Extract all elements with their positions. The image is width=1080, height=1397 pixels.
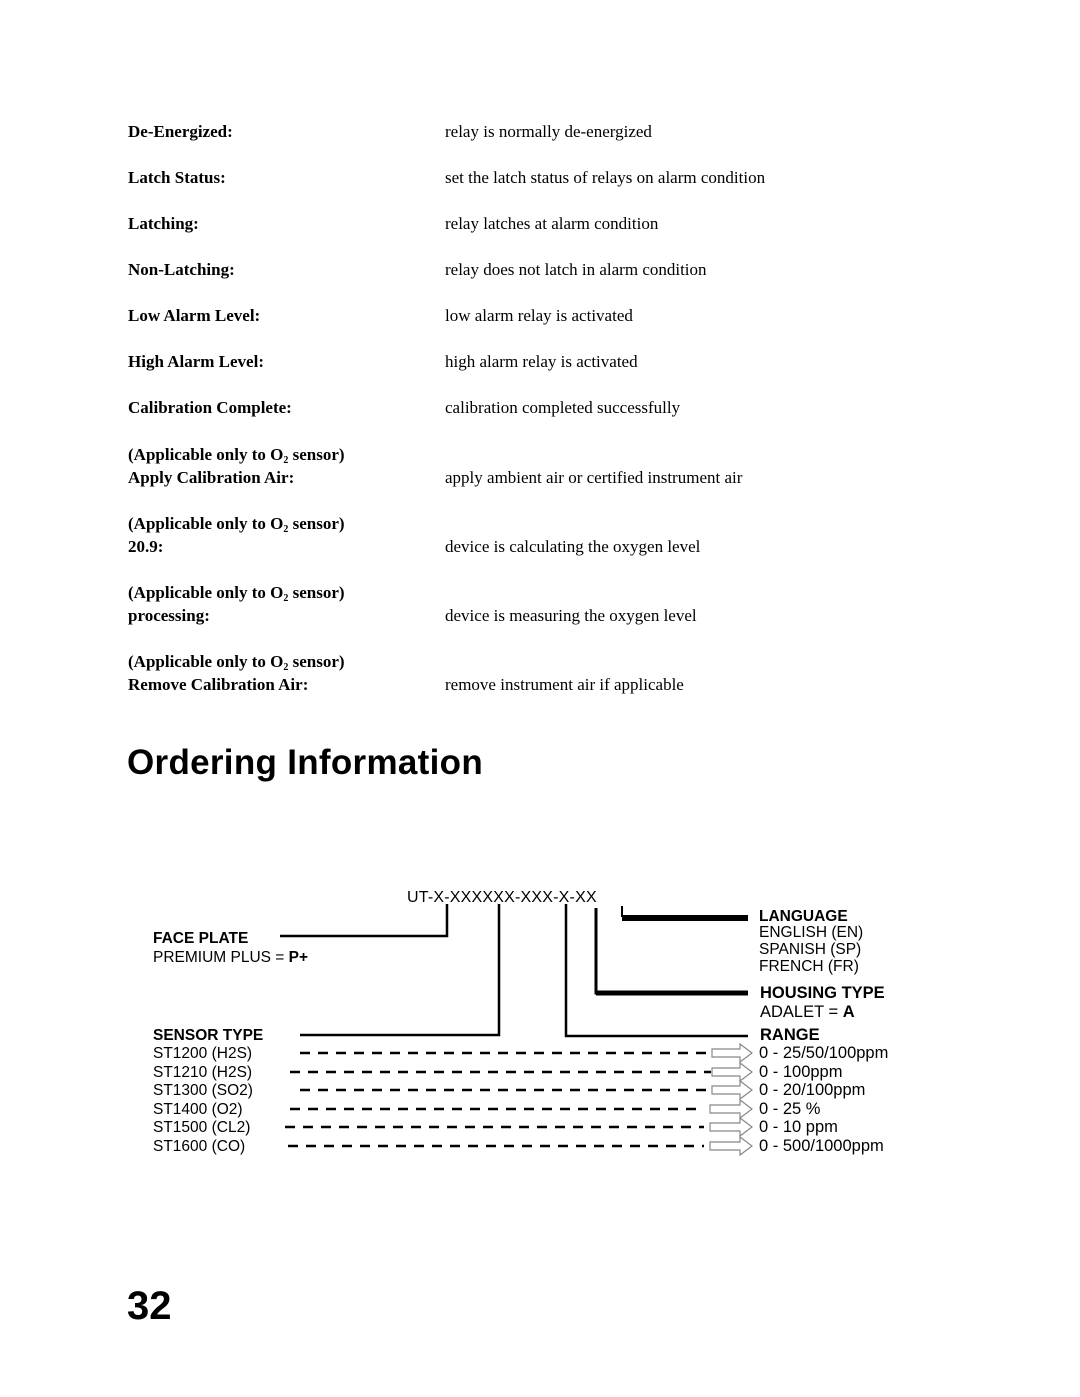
range-heading: RANGE [760, 1026, 820, 1044]
arrow-icon [711, 1042, 753, 1064]
o2-applicability-note: (Applicable only to O2 sensor) [128, 652, 345, 673]
glossary-term: Remove Calibration Air: [128, 675, 309, 694]
housing-type-heading: HOUSING TYPE [760, 984, 885, 1002]
arrow-icon [709, 1135, 753, 1157]
housing-type-connector [594, 908, 748, 995]
glossary-term: Calibration Complete: [128, 398, 292, 417]
diagram-connectors [280, 904, 753, 1157]
page-number: 32 [127, 1284, 172, 1328]
o2-applicability-note: (Applicable only to O2 sensor) [128, 445, 345, 466]
arrow-icon [711, 1061, 753, 1083]
language-option: ENGLISH (EN) [759, 924, 864, 941]
range-option: 0 - 10 ppm [759, 1118, 838, 1136]
glossary-term: High Alarm Level: [128, 352, 264, 371]
sensor-type-option: ST1300 (SO2) [153, 1082, 253, 1099]
sensor-type-connector [300, 904, 501, 1037]
glossary-definition: calibration completed successfully [445, 398, 681, 417]
arrow-icon [709, 1116, 753, 1138]
sensor-type-option: ST1600 (CO) [153, 1138, 246, 1155]
part-number-code: UT-X-XXXXXX-XXX-X-XX [407, 889, 597, 906]
o2-applicability-note: (Applicable only to O2 sensor) [128, 583, 345, 604]
glossary-definition: set the latch status of relays on alarm … [445, 168, 766, 187]
arrow-icon [709, 1098, 753, 1120]
glossary-definition: relay latches at alarm condition [445, 214, 659, 233]
range-option: 0 - 25/50/100ppm [759, 1044, 889, 1062]
face-plate-connector [280, 904, 449, 938]
sensor-type-option: ST1400 (O2) [153, 1101, 243, 1118]
glossary-term: Non-Latching: [128, 260, 235, 279]
glossary-term: processing: [128, 606, 210, 625]
range-connector [564, 904, 748, 1038]
glossary-term: De-Energized: [128, 122, 233, 141]
glossary-definition: apply ambient air or certified instrumen… [445, 468, 743, 487]
arrow-icon [711, 1079, 753, 1101]
glossary-definition: low alarm relay is activated [445, 306, 633, 325]
glossary-term: Latching: [128, 214, 199, 233]
glossary-definition: relay does not latch in alarm condition [445, 260, 707, 279]
sensor-type-heading: SENSOR TYPE [153, 1027, 264, 1044]
glossary-definition: high alarm relay is activated [445, 352, 638, 371]
range-option: 0 - 20/100ppm [759, 1081, 866, 1099]
face-plate-heading: FACE PLATE [153, 930, 249, 947]
sensor-type-option: ST1200 (H2S) [153, 1045, 253, 1062]
sensor-type-option: ST1500 (CL2) [153, 1119, 251, 1136]
sensor-type-option: ST1210 (H2S) [153, 1064, 253, 1081]
glossary-term: 20.9: [128, 537, 164, 556]
range-option: 0 - 500/1000ppm [759, 1137, 884, 1155]
glossary-term: Low Alarm Level: [128, 306, 261, 325]
range-option: 0 - 25 % [759, 1100, 821, 1118]
glossary-term: Latch Status: [128, 168, 226, 187]
glossary-term: Apply Calibration Air: [128, 468, 295, 487]
glossary-definition: device is measuring the oxygen level [445, 606, 697, 625]
range-option: 0 - 100ppm [759, 1063, 843, 1081]
face-plate-option: PREMIUM PLUS = P+ [153, 949, 309, 966]
section-title: Ordering Information [127, 743, 483, 782]
glossary-definition: device is calculating the oxygen level [445, 537, 701, 556]
glossary-definition: relay is normally de-energized [445, 122, 652, 141]
language-option: SPANISH (SP) [759, 941, 862, 958]
language-option: FRENCH (FR) [759, 958, 859, 975]
glossary-definition: remove instrument air if applicable [445, 675, 684, 694]
o2-applicability-note: (Applicable only to O2 sensor) [128, 514, 345, 535]
housing-type-option: ADALET = A [760, 1003, 855, 1021]
